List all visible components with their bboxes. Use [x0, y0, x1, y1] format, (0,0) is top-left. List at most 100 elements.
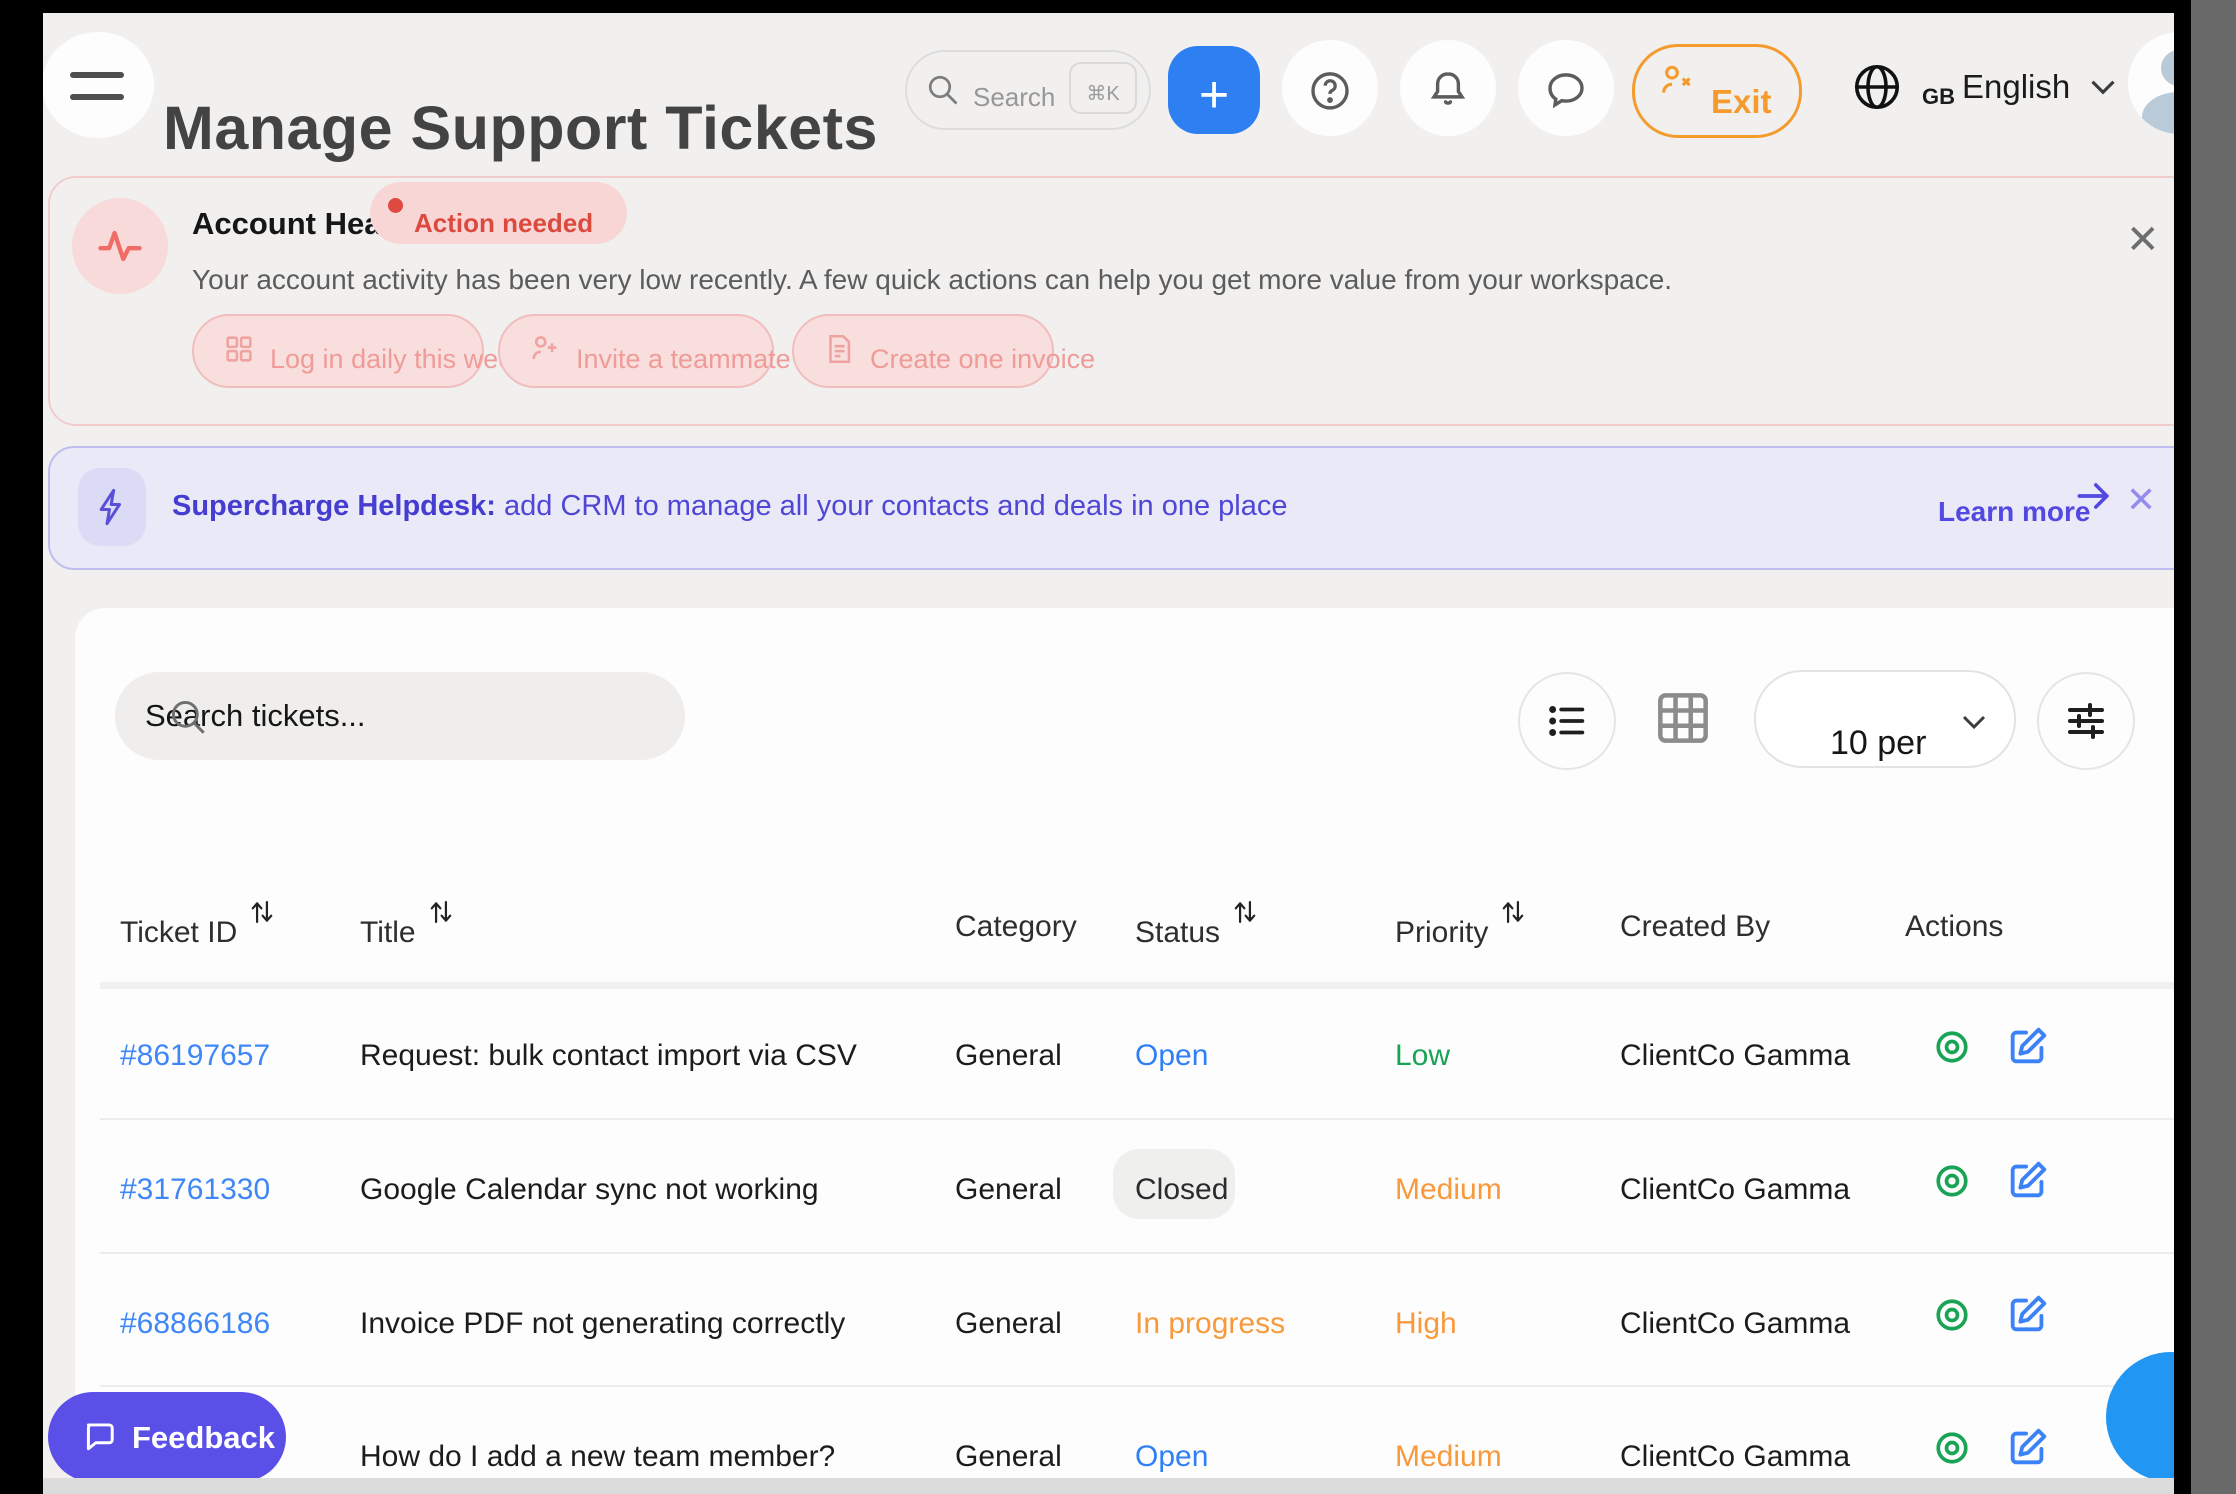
view-ticket-button[interactable]: [1930, 1025, 1974, 1077]
create-invoice-button[interactable]: Create one invoice: [792, 314, 1054, 388]
add-button[interactable]: +: [1168, 46, 1260, 134]
global-search-button[interactable]: Search ⌘K: [905, 50, 1151, 130]
grid-view-button[interactable]: [1651, 686, 1715, 750]
promo-text: Supercharge Helpdesk: add CRM to manage …: [172, 490, 1287, 523]
column-created-by: Created By: [1620, 910, 1770, 944]
bell-icon: [1424, 67, 1472, 115]
sort-icon[interactable]: [1230, 896, 1260, 928]
tickets-search-field[interactable]: [115, 672, 685, 760]
per-page-select[interactable]: 10 per: [1754, 670, 2016, 768]
ticket-status: In progress: [1135, 1307, 1285, 1341]
view-ticket-button[interactable]: [1930, 1293, 1974, 1345]
tickets-search-input[interactable]: [115, 672, 715, 760]
column-status[interactable]: Status: [1135, 910, 1250, 950]
edit-ticket-button[interactable]: [2005, 1157, 2051, 1211]
invoice-icon: [822, 332, 856, 366]
per-page-chevron-icon: [1954, 702, 1994, 742]
account-health-description: Your account activity has been very low …: [192, 264, 1672, 296]
view-ticket-button[interactable]: [1930, 1426, 1974, 1478]
eye-icon: [1930, 1426, 1974, 1470]
feedback-button[interactable]: Feedback: [48, 1392, 286, 1482]
column-actions: Actions: [1905, 910, 2003, 944]
table-header: Ticket ID Title Category Status Priority…: [100, 880, 2180, 982]
help-button[interactable]: [1282, 40, 1378, 136]
hamburger-menu-button[interactable]: [42, 32, 154, 138]
tickets-card: 10 per Ticket ID Title Category Status P…: [75, 608, 2200, 1478]
ticket-category: General: [955, 1173, 1062, 1207]
close-icon[interactable]: ✕: [2126, 220, 2160, 260]
ticket-created-by: ClientCo Gamma: [1620, 1440, 1850, 1474]
chevron-down-icon[interactable]: [2082, 66, 2124, 108]
alert-dot-icon: [388, 198, 403, 213]
column-title[interactable]: Title: [360, 910, 446, 950]
table-row: #31761330 Google Calendar sync not worki…: [100, 1123, 2180, 1257]
ticket-priority: Medium: [1395, 1440, 1502, 1474]
promo-text-bold: Supercharge Helpdesk:: [172, 490, 496, 522]
ticket-priority: Medium: [1395, 1173, 1502, 1207]
view-ticket-button[interactable]: [1930, 1159, 1974, 1211]
exit-button[interactable]: Exit: [1632, 44, 1802, 138]
divider: [100, 1252, 2180, 1254]
list-view-icon: [1544, 698, 1590, 744]
ticket-created-by: ClientCo Gamma: [1620, 1307, 1850, 1341]
ticket-priority: High: [1395, 1307, 1457, 1341]
sort-icon[interactable]: [247, 896, 277, 928]
edit-icon: [2005, 1424, 2051, 1470]
notifications-button[interactable]: [1400, 40, 1496, 136]
list-view-button[interactable]: [1518, 672, 1616, 770]
column-category: Category: [955, 910, 1077, 944]
learn-more-link[interactable]: Learn more: [1938, 496, 2091, 528]
table-row: #68866186 Invoice PDF not generating cor…: [100, 1257, 2180, 1391]
ticket-id-link[interactable]: #68866186: [120, 1307, 270, 1341]
action-needed-badge: Action needed: [370, 182, 627, 244]
language-selector[interactable]: English: [1962, 68, 2070, 106]
ticket-created-by: ClientCo Gamma: [1620, 1039, 1850, 1073]
column-ticket-id[interactable]: Ticket ID: [120, 910, 267, 950]
messages-button[interactable]: [1518, 40, 1614, 136]
ticket-category: General: [955, 1440, 1062, 1474]
edit-ticket-button[interactable]: [2005, 1291, 2051, 1345]
lightning-icon: [78, 468, 146, 546]
feedback-label: Feedback: [132, 1420, 275, 1456]
arrow-right-icon: [2072, 474, 2116, 518]
ticket-status: Open: [1135, 1039, 1208, 1073]
language-code: GB: [1922, 84, 1955, 110]
chat-bubble-icon: [1542, 67, 1590, 115]
promo-close-icon[interactable]: ✕: [2126, 482, 2156, 518]
ticket-status: Closed: [1135, 1173, 1228, 1207]
sort-icon[interactable]: [1498, 896, 1528, 928]
invite-teammate-button[interactable]: Invite a teammate: [498, 314, 774, 388]
edit-ticket-button[interactable]: [2005, 1424, 2051, 1478]
ticket-title: How do I add a new team member?: [360, 1440, 835, 1474]
ticket-title: Request: bulk contact import via CSV: [360, 1039, 857, 1073]
edit-icon: [2005, 1023, 2051, 1069]
search-shortcut-badge: ⌘K: [1069, 62, 1137, 114]
sliders-icon: [2062, 697, 2110, 745]
exit-label: Exit: [1711, 83, 1772, 121]
screen-frame-left: [0, 0, 43, 1494]
promo-banner: Supercharge Helpdesk: add CRM to manage …: [48, 446, 2204, 570]
ticket-status: Open: [1135, 1440, 1208, 1474]
pulse-icon: [72, 198, 168, 294]
ticket-category: General: [955, 1307, 1062, 1341]
app-window: Manage Support Tickets Search ⌘K + Exit …: [0, 0, 2236, 1494]
account-health-banner: Account Health Action needed Your accoun…: [48, 176, 2204, 426]
globe-icon: [1850, 60, 1904, 114]
login-daily-button[interactable]: Log in daily this week: [192, 314, 484, 388]
sort-icon[interactable]: [426, 896, 456, 928]
ticket-id-link[interactable]: #31761330: [120, 1173, 270, 1207]
divider: [100, 1385, 2180, 1387]
filters-button[interactable]: [2037, 672, 2135, 770]
question-icon: [1306, 67, 1354, 115]
per-page-value: 10 per: [1830, 724, 1926, 763]
dashboard-icon: [222, 332, 256, 366]
column-priority[interactable]: Priority: [1395, 910, 1518, 950]
edit-ticket-button[interactable]: [2005, 1023, 2051, 1077]
bottom-edge: [43, 1478, 2174, 1494]
ticket-id-link[interactable]: #86197657: [120, 1039, 270, 1073]
hamburger-icon: [70, 72, 124, 78]
screen-frame-top: [0, 0, 2236, 13]
global-search-placeholder: Search: [973, 82, 1055, 113]
eye-icon: [1930, 1293, 1974, 1337]
screen-frame-right: [2174, 0, 2191, 1494]
